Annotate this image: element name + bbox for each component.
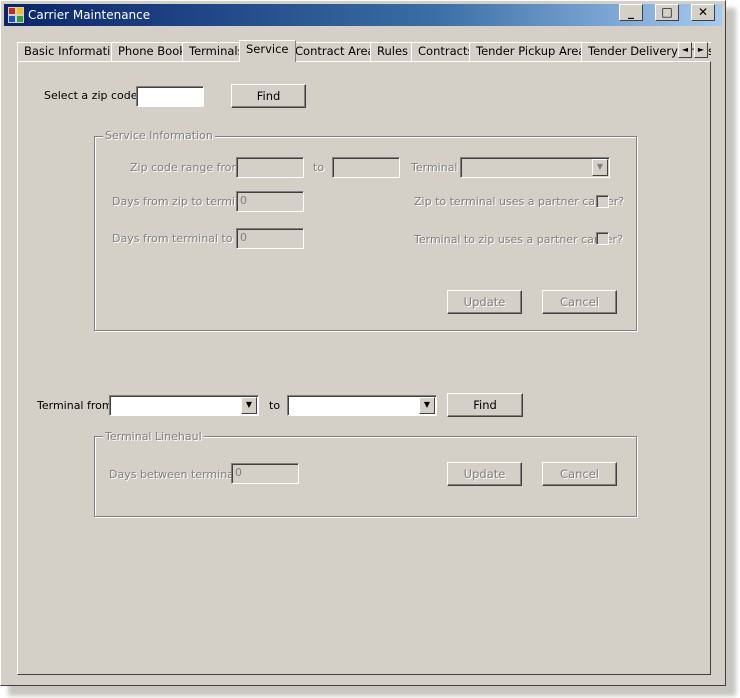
tab-strip: Basic Information Phone Book Terminals S… [17,40,711,62]
terminal-to-label: to [269,399,281,412]
days-zip-to-terminal-input[interactable]: 0 [236,191,304,212]
terminal-from-label: Terminal from [37,399,113,412]
zip-to-terminal-partner-checkbox[interactable] [596,195,609,208]
minimize-button[interactable]: _ [619,4,643,21]
tab-rules[interactable]: Rules [370,42,416,61]
zip-to-terminal-partner-label: Zip to terminal uses a partner carrier? [414,195,625,208]
zip-from-input[interactable] [236,157,304,178]
zip-range-label: Zip code range from [130,161,243,174]
service-information-legend: Service Information [103,129,215,142]
terminal-to-zip-partner-label: Terminal to zip uses a partner carrier? [414,233,623,246]
linehaul-cancel-button[interactable]: Cancel [542,462,617,486]
service-update-button[interactable]: Update [447,290,522,314]
chevron-down-icon[interactable]: ▼ [241,397,257,414]
days-terminal-to-zip-label: Days from terminal to zip [112,232,252,245]
carrier-maintenance-window: Carrier Maintenance _ □ ✕ Basic Informat… [0,0,726,686]
days-terminal-to-zip-input[interactable]: 0 [236,228,304,249]
title-bar[interactable]: Carrier Maintenance [4,4,722,26]
maximize-button[interactable]: □ [655,4,679,21]
terminal-to-zip-partner-checkbox[interactable] [596,232,609,245]
window-title: Carrier Maintenance [28,8,151,22]
terminal-label: Terminal [411,161,458,174]
tab-service[interactable]: Service [239,40,296,62]
days-between-terminals-input[interactable]: 0 [231,463,299,484]
terminal-linehaul-legend: Terminal Linehaul [103,430,204,443]
days-between-terminals-label: Days between terminals [109,468,243,481]
chevron-down-icon[interactable]: ▼ [592,159,608,176]
terminal-select[interactable]: ▼ [460,157,610,178]
service-cancel-button[interactable]: Cancel [542,290,617,314]
zip-code-input[interactable] [136,86,204,107]
chevron-down-icon[interactable]: ▼ [419,397,435,414]
terminal-to-select[interactable]: ▼ [287,395,437,416]
days-zip-to-terminal-label: Days from zip to terminal [112,195,252,208]
find-zip-button[interactable]: Find [231,84,306,108]
find-terminal-button[interactable]: Find [447,393,523,417]
app-icon [8,7,24,23]
zip-to-input[interactable] [332,157,400,178]
tab-tender-pickup-areas[interactable]: Tender Pickup Areas [469,42,599,61]
tab-scroll-left-icon[interactable]: ◄ [678,42,692,58]
linehaul-update-button[interactable]: Update [447,462,522,486]
terminal-from-select[interactable]: ▼ [109,395,259,416]
service-tab-panel: Select a zip code Find Service Informati… [17,61,711,675]
zip-code-label: Select a zip code [44,89,138,102]
tab-phone-book[interactable]: Phone Book [111,42,193,61]
close-button[interactable]: ✕ [691,4,715,21]
tab-scroll-right-icon[interactable]: ► [694,42,708,58]
zip-range-to-label: to [313,161,325,174]
